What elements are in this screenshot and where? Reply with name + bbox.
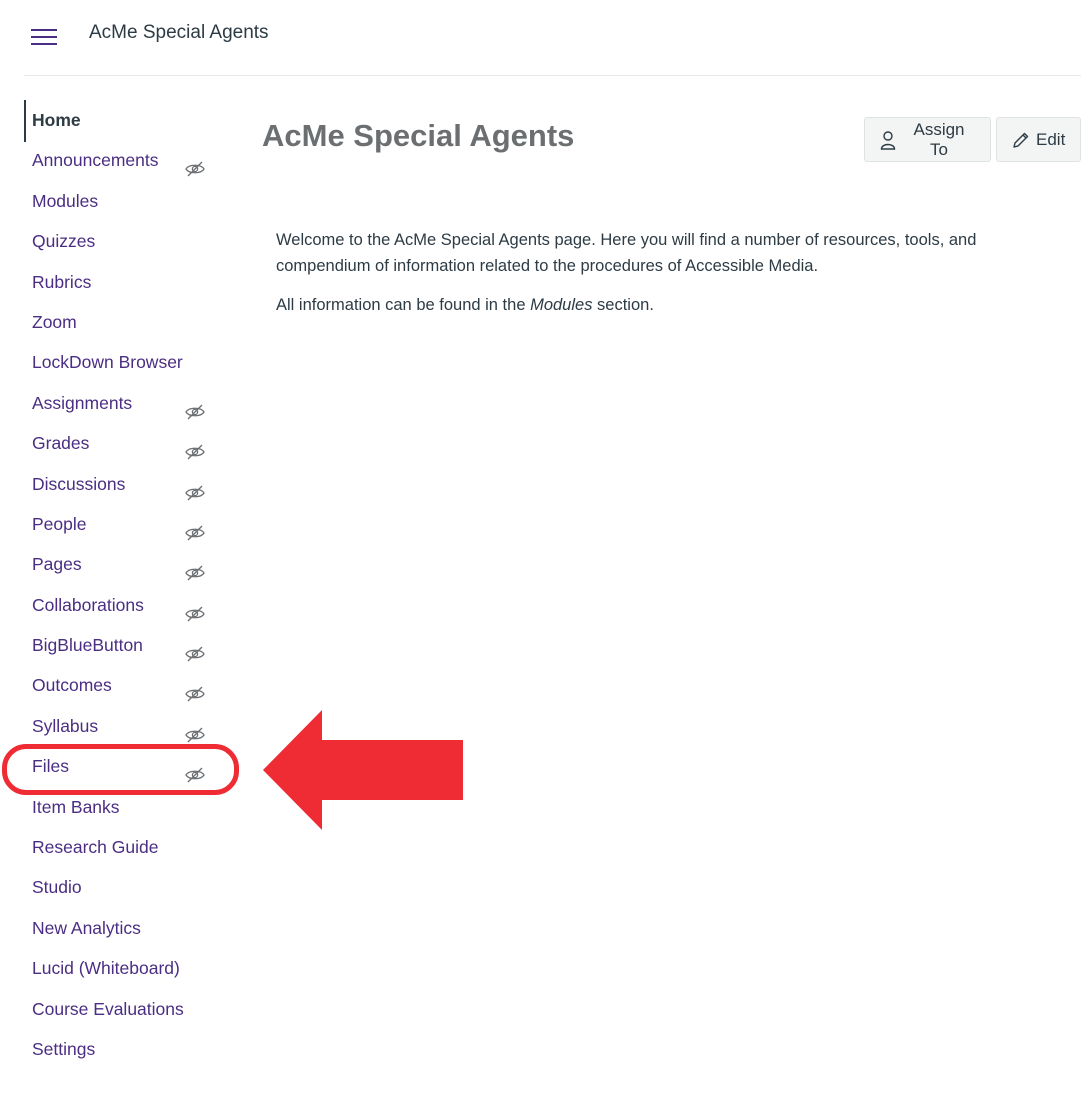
user-icon [880,130,896,150]
eye-slash-icon [185,555,205,581]
nav-item-label: Home [32,110,81,130]
nav-item-label: Quizzes [32,231,96,252]
eye-slash-icon [185,475,205,500]
intro-paragraph: Welcome to the AcMe Special Agents page.… [276,231,977,275]
nav-item-zoom[interactable]: Zoom [24,302,224,342]
nav-item-announcements[interactable]: Announcements [24,140,224,180]
course-navigation: Home Announcements Modules Quizzes Rubrics Zo… [24,100,224,1069]
nav-item-label: People [32,513,87,534]
nav-item-modules[interactable]: Modules [24,181,224,221]
nav-item-rubrics[interactable]: Rubrics [24,262,224,302]
nav-item-outcomes[interactable]: Outcomes [24,665,224,705]
eye-slash-icon [185,596,205,622]
eye-slash-icon [185,151,205,177]
annotation-arrow-icon [263,710,463,830]
nav-item-lucid-whiteboard[interactable]: Lucid (Whiteboard) [24,948,224,988]
nav-item-bigbluebutton[interactable]: BigBlueButton [24,625,224,665]
eye-slash-icon [185,717,205,743]
nav-item-label: Item Banks [32,796,120,817]
page-content: Welcome to the AcMe Special Agents page.… [276,227,1046,331]
nav-item-label: Grades [32,433,90,454]
annotation-highlight-ring [2,744,239,795]
edit-label: Edit [1036,129,1066,149]
modules-emphasis: Modules [530,296,593,314]
nav-item-label: Pages [32,554,82,575]
nav-item-label: Syllabus [32,715,99,736]
nav-item-settings[interactable]: Settings [24,1029,224,1069]
eye-slash-icon [185,394,205,420]
nav-item-label: New Analytics [32,917,141,938]
pencil-icon [1013,132,1029,148]
nav-item-syllabus[interactable]: Syllabus [24,706,224,746]
nav-item-people[interactable]: People [24,504,224,544]
nav-item-label: Outcomes [32,675,112,696]
nav-item-studio[interactable]: Studio [24,867,224,907]
eye-slash-icon [185,515,205,541]
nav-item-assignments[interactable]: Assignments [24,383,224,423]
edit-button[interactable]: Edit [996,117,1081,162]
nav-item-label: Course Evaluations [32,998,184,1019]
nav-item-collaborations[interactable]: Collaborations [24,585,224,625]
assign-to-label: Assign To [913,119,965,159]
page-title: AcMe Special Agents [262,118,575,153]
hamburger-icon[interactable] [31,27,59,47]
nav-item-home[interactable]: Home [24,100,224,143]
top-bar: AcMe Special Agents [24,0,1081,76]
course-breadcrumb[interactable]: AcMe Special Agents [89,22,269,44]
nav-item-label: Lucid (Whiteboard) [32,958,180,979]
nav-item-label: Zoom [32,311,77,332]
modules-paragraph: All information can be found in the Modu… [276,296,654,314]
nav-item-new-analytics[interactable]: New Analytics [24,908,224,948]
nav-item-lockdown-browser[interactable]: LockDown Browser [24,342,224,382]
nav-item-grades[interactable]: Grades [24,423,224,463]
nav-item-label: LockDown Browser [32,352,183,373]
nav-item-label: Settings [32,1038,96,1059]
nav-item-label: Assignments [32,392,133,413]
assign-to-button[interactable]: Assign To [864,117,991,162]
nav-item-label: Rubrics [32,271,92,292]
nav-item-label: Studio [32,877,82,898]
nav-item-label: Collaborations [32,594,144,615]
eye-slash-icon [185,434,205,460]
nav-item-label: Discussions [32,473,126,494]
eye-slash-icon [185,676,205,702]
nav-item-label: Modules [32,190,99,211]
nav-item-label: BigBlueButton [32,635,143,656]
nav-item-quizzes[interactable]: Quizzes [24,221,224,261]
nav-item-research-guide[interactable]: Research Guide [24,827,224,867]
nav-item-pages[interactable]: Pages [24,544,224,584]
nav-item-label: Announcements [32,150,159,171]
nav-item-label: Research Guide [32,837,159,858]
nav-item-course-evaluations[interactable]: Course Evaluations [24,989,224,1029]
eye-slash-icon [185,636,205,662]
nav-item-discussions[interactable]: Discussions [24,464,224,504]
